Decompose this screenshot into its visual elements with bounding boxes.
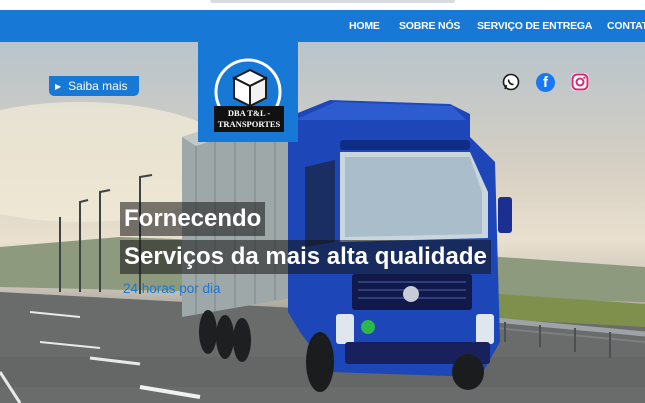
nav-servico-de-entrega[interactable]: SERVIÇO DE ENTREGA	[477, 10, 592, 42]
nav-home[interactable]: HOME	[349, 10, 380, 42]
brand-logo[interactable]: DBA T&L - TRANSPORTES	[198, 42, 298, 142]
instagram-icon[interactable]	[571, 73, 589, 91]
nav-sobre-nos[interactable]: SOBRE NÓS	[399, 10, 460, 42]
facebook-icon[interactable]: f	[536, 73, 555, 92]
hero-banner: ▶ Saiba mais	[0, 42, 645, 403]
logo-text-line1: DBA T&L -	[227, 108, 271, 118]
hero-heading-line2: Serviços da mais alta qualidade	[120, 240, 491, 274]
scroll-indicator	[210, 0, 455, 3]
hero-heading-line1: Fornecendo	[120, 202, 266, 236]
saiba-mais-button[interactable]: ▶ Saiba mais	[49, 76, 139, 96]
hero-subheading: 24 horas por dia	[123, 281, 221, 296]
saiba-mais-label: Saiba mais	[68, 79, 128, 93]
play-icon: ▶	[55, 81, 62, 91]
browser-top-strip	[0, 0, 645, 10]
logo-text-line2: TRANSPORTES	[217, 119, 281, 129]
whatsapp-icon[interactable]	[502, 73, 520, 91]
top-navbar: HOME SOBRE NÓS SERVIÇO DE ENTREGA CONTAT…	[0, 10, 645, 42]
nav-contato[interactable]: CONTATO	[607, 10, 645, 42]
truck-background-image	[0, 100, 645, 403]
box-icon	[231, 68, 269, 108]
